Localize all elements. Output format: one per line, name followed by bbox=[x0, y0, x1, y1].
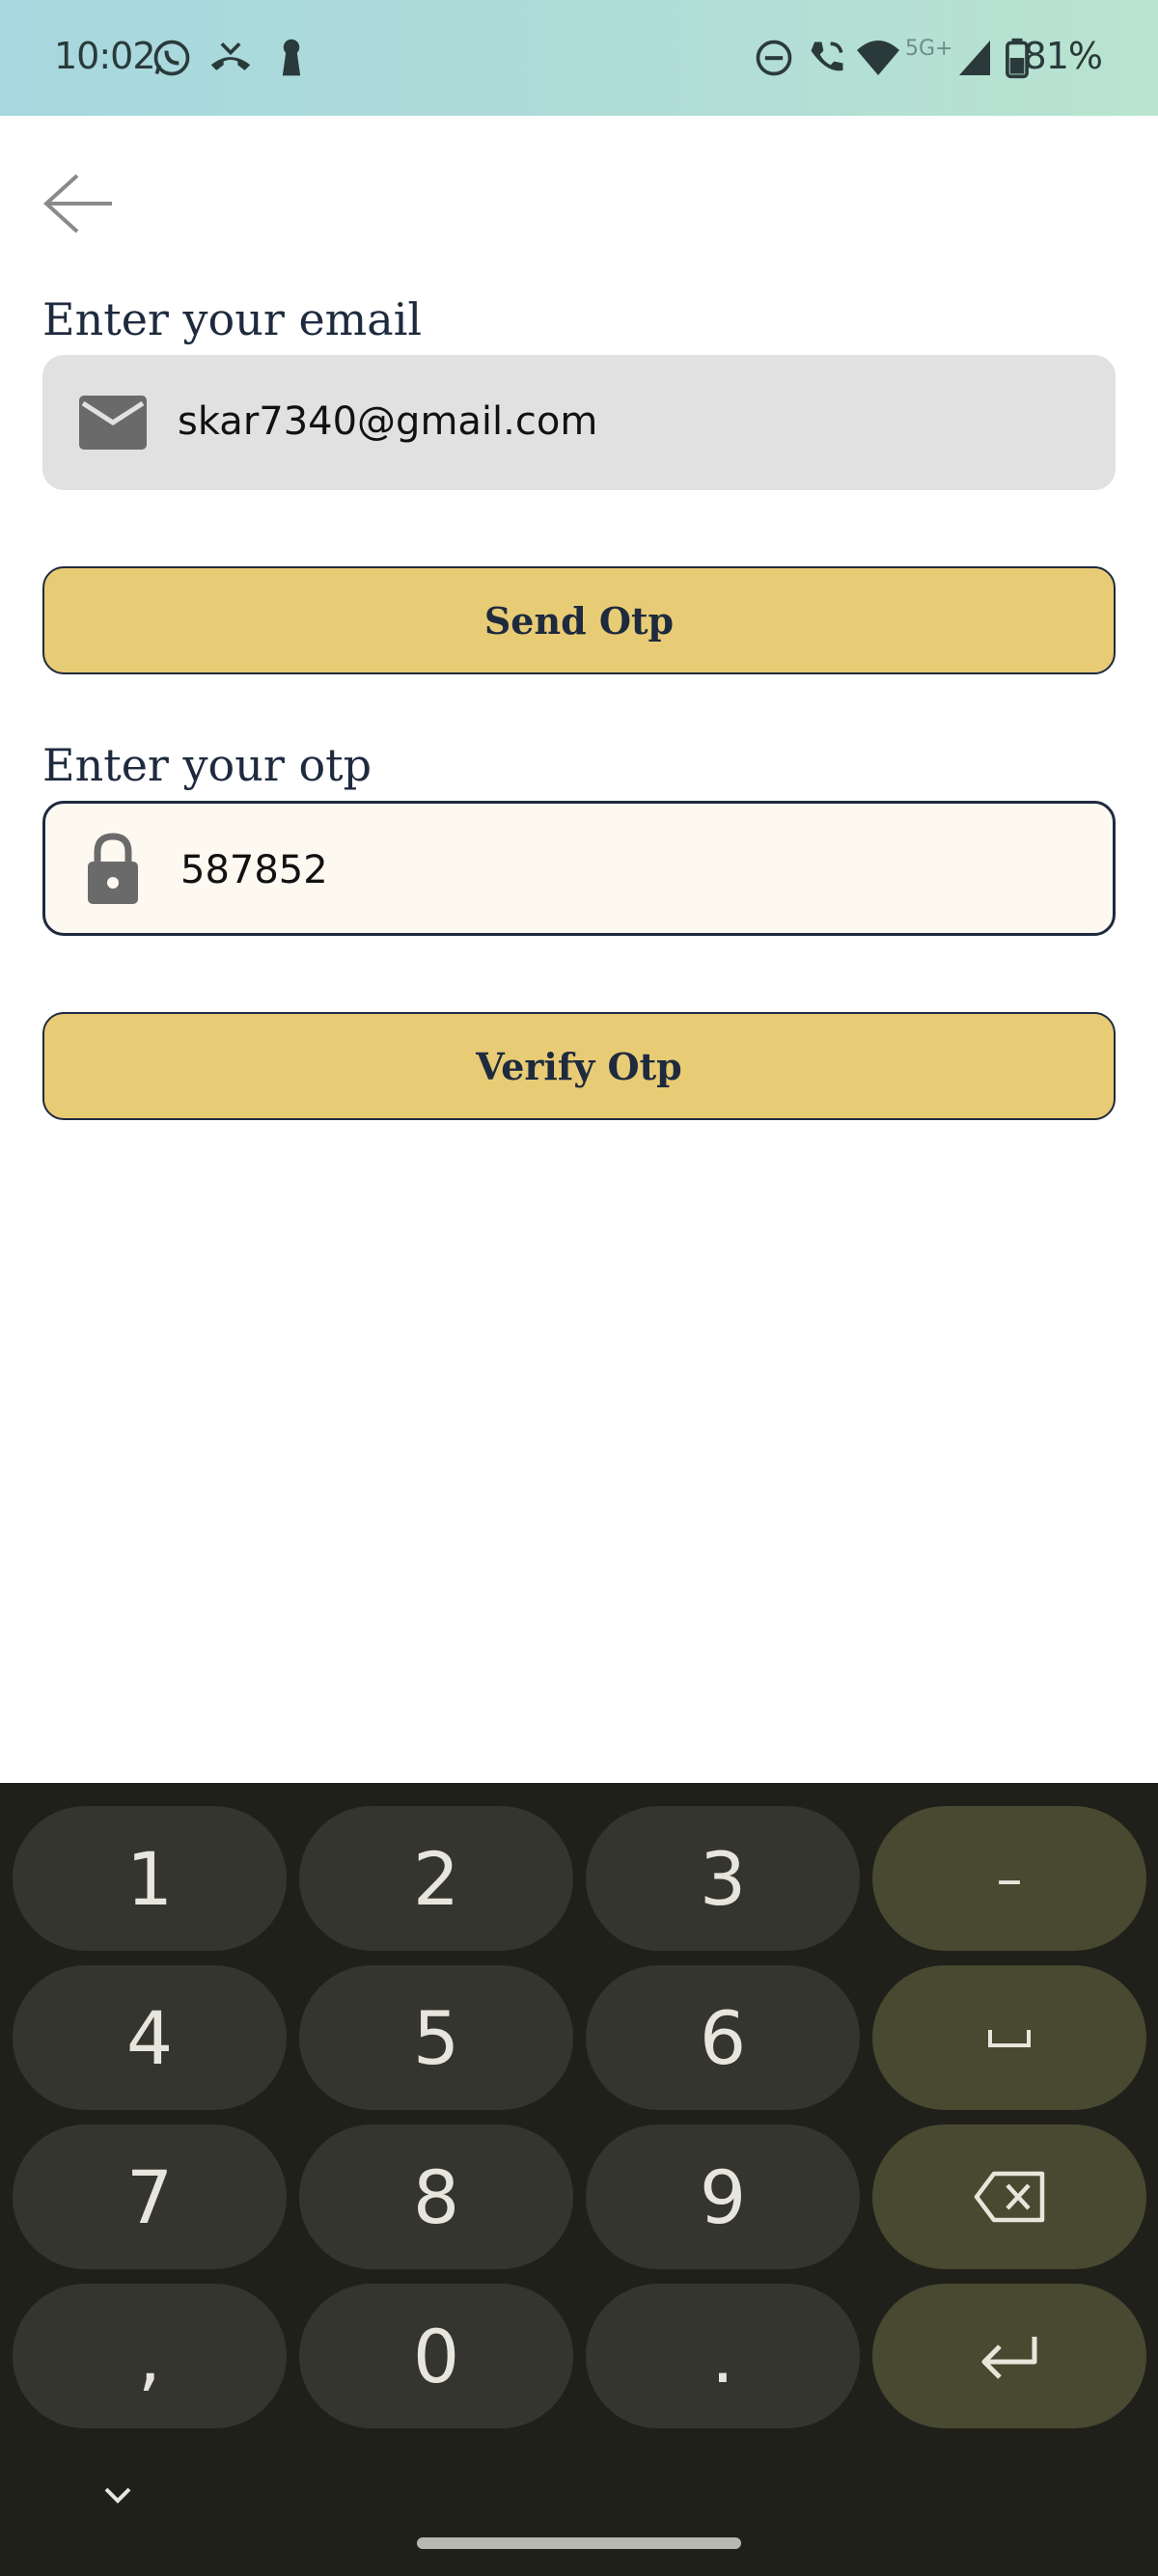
space-icon bbox=[988, 2030, 1031, 2047]
otp-value: 587852 bbox=[180, 848, 328, 892]
enter-icon bbox=[981, 2337, 1037, 2379]
home-indicator[interactable] bbox=[417, 2537, 741, 2549]
mail-icon bbox=[79, 396, 147, 450]
key-1[interactable]: 1 bbox=[13, 1806, 287, 1951]
key-0[interactable]: 0 bbox=[299, 2284, 573, 2428]
key-period[interactable]: . bbox=[586, 2284, 860, 2428]
key-4[interactable]: 4 bbox=[13, 1965, 287, 2110]
chevron-down-icon[interactable] bbox=[96, 2481, 139, 2510]
network-type: 5G+ bbox=[905, 37, 953, 61]
missed-call-icon bbox=[210, 42, 251, 70]
backspace-icon bbox=[974, 2171, 1045, 2223]
key-enter[interactable] bbox=[872, 2284, 1146, 2428]
key-9[interactable]: 9 bbox=[586, 2124, 860, 2269]
key-6[interactable]: 6 bbox=[586, 1965, 860, 2110]
key-space[interactable] bbox=[872, 1965, 1146, 2110]
key-2[interactable]: 2 bbox=[299, 1806, 573, 1951]
email-label: Enter your email bbox=[42, 293, 423, 345]
arrow-left-icon bbox=[43, 174, 112, 233]
key-dash[interactable]: – bbox=[872, 1806, 1146, 1951]
key-3[interactable]: 3 bbox=[586, 1806, 860, 1951]
send-otp-button[interactable]: Send Otp bbox=[42, 566, 1116, 674]
otp-label: Enter your otp bbox=[42, 739, 372, 791]
email-field[interactable]: skar7340@gmail.com bbox=[42, 355, 1116, 490]
whatsapp-icon bbox=[153, 40, 190, 76]
back-button[interactable] bbox=[37, 162, 120, 245]
key-backspace[interactable] bbox=[872, 2124, 1146, 2269]
wifi-icon bbox=[857, 41, 899, 75]
otp-field[interactable]: 587852 bbox=[42, 801, 1116, 936]
lock-icon bbox=[88, 833, 138, 904]
battery-percentage: 81% bbox=[1023, 35, 1103, 77]
key-8[interactable]: 8 bbox=[299, 2124, 573, 2269]
status-time: 10:02 bbox=[54, 35, 156, 77]
verify-otp-button[interactable]: Verify Otp bbox=[42, 1012, 1116, 1120]
dnd-icon bbox=[756, 40, 792, 76]
numeric-keyboard: 1 2 3 – 4 5 6 7 8 9 , 0 . bbox=[0, 1783, 1158, 2576]
key-5[interactable]: 5 bbox=[299, 1965, 573, 2110]
signal-icon bbox=[959, 41, 990, 75]
keyhole-icon bbox=[282, 39, 301, 76]
email-value: skar7340@gmail.com bbox=[178, 399, 598, 444]
wifi-call-icon bbox=[811, 41, 843, 71]
key-7[interactable]: 7 bbox=[13, 2124, 287, 2269]
status-bar: 10:02 5G+ 81% bbox=[0, 0, 1158, 116]
key-comma[interactable]: , bbox=[13, 2284, 287, 2428]
